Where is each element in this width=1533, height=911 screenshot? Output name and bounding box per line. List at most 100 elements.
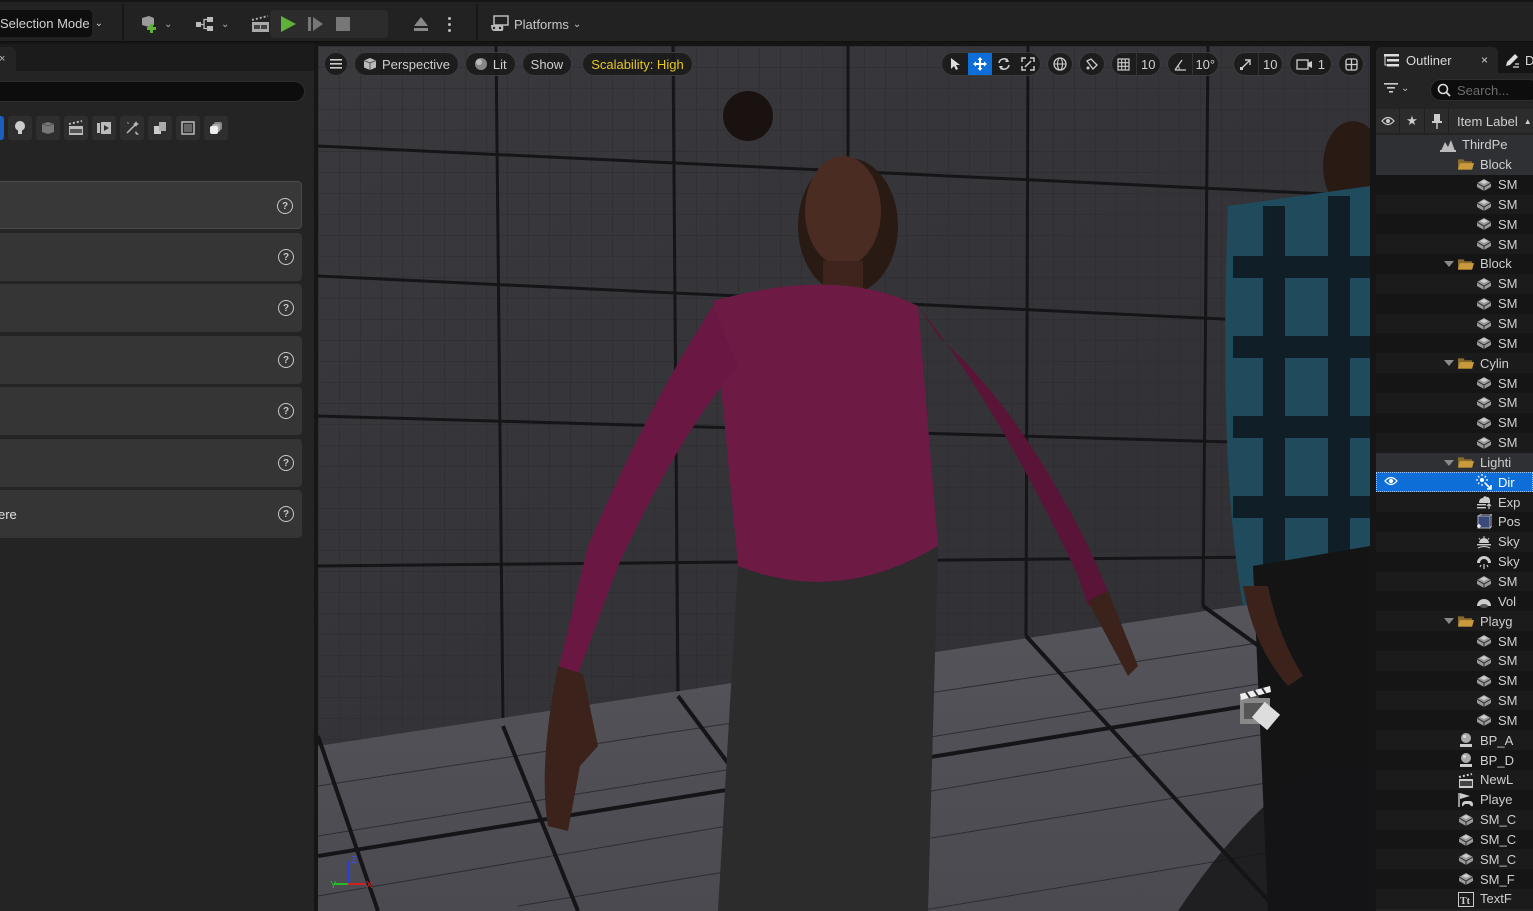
outliner-row[interactable]: ThirdPe [1376,135,1533,155]
layout-button[interactable] [1338,52,1364,76]
help-icon[interactable]: ? [278,455,294,471]
eject-icon[interactable] [411,14,431,34]
help-icon[interactable]: ? [278,249,294,265]
outliner-row[interactable]: SM [1376,432,1533,453]
expand-arrow-icon[interactable] [1444,360,1454,367]
outliner-row[interactable]: SM [1376,690,1533,711]
category-lights[interactable] [8,116,32,140]
category-visual-effects[interactable] [92,116,116,140]
outliner-folder-row[interactable]: Lighti [1376,452,1533,473]
quick-add-button[interactable]: ⌄ [140,12,172,36]
outliner-row[interactable]: Playe [1376,789,1533,810]
help-icon[interactable]: ? [278,506,294,522]
outliner-row[interactable]: SM [1376,333,1533,354]
category-cinematic[interactable] [64,116,88,140]
outliner-row[interactable]: Tt TextF [1376,889,1533,909]
outliner-row[interactable]: SM_F [1376,869,1533,890]
stop-icon[interactable] [333,14,353,34]
outliner-row[interactable]: SM [1376,293,1533,314]
outliner-row[interactable]: SM [1376,373,1533,393]
rotation-snap-toggle[interactable] [1168,53,1192,75]
place-actor-item[interactable]: ? [0,387,302,435]
place-actor-item[interactable]: ? [0,181,302,229]
outliner-row[interactable]: BP_A [1376,730,1533,751]
details-tab[interactable]: D [1504,47,1533,73]
outliner-row[interactable]: SM [1376,571,1533,592]
outliner-folder-row[interactable]: Playg [1376,611,1533,632]
select-tool[interactable] [942,53,968,75]
outliner-row[interactable]: SM [1376,214,1533,235]
more-options-button[interactable] [440,12,458,36]
outliner-row[interactable]: Pos [1376,512,1533,532]
category-all-classes[interactable] [204,116,228,140]
place-actor-item[interactable]: ? [0,284,302,332]
pin-column[interactable] [1425,109,1449,133]
visibility-column[interactable] [1376,109,1400,133]
rotation-snap-control[interactable]: 10° [1166,52,1219,76]
category-geometry[interactable] [148,116,172,140]
view-mode-button[interactable]: Lit [464,52,516,76]
outliner-row[interactable]: SM [1376,273,1533,294]
step-icon[interactable] [306,14,326,34]
scale-tool[interactable] [1016,53,1040,75]
outliner-row[interactable]: SM_C [1376,849,1533,870]
category-shapes[interactable] [36,116,60,140]
place-actors-tab[interactable]: × [0,47,16,72]
expand-arrow-icon[interactable] [1444,618,1454,625]
level-sequence-actor-icon[interactable] [1238,676,1282,736]
platforms-dropdown[interactable]: Platforms ⌄ [490,12,581,36]
outliner-folder-row[interactable]: Cylin [1376,353,1533,374]
outliner-row[interactable]: SM [1376,670,1533,691]
outliner-row[interactable]: SM [1376,194,1533,215]
item-label-column[interactable]: Item Label ▲ [1449,114,1532,129]
help-icon[interactable]: ? [277,198,293,214]
scalability-button[interactable]: Scalability: High [582,52,693,76]
surface-snapping-toggle[interactable] [1078,52,1105,76]
camera-speed-control[interactable]: 1 [1288,52,1332,76]
outliner-row[interactable]: SM [1376,174,1533,195]
outliner-folder-row[interactable]: Block [1376,154,1533,175]
outliner-row[interactable]: SM [1376,710,1533,731]
outliner-row[interactable]: SM_C [1376,829,1533,850]
close-tab-icon[interactable]: × [1481,53,1488,67]
scale-snap-value[interactable]: 10 [1257,53,1282,75]
rotate-tool[interactable] [992,53,1016,75]
selection-mode-dropdown[interactable]: Selection Mode ⌄ [0,10,103,37]
outliner-row[interactable]: BP_D [1376,750,1533,770]
translate-tool[interactable] [967,53,992,75]
outliner-row[interactable]: Sky [1376,531,1533,552]
help-icon[interactable]: ? [278,352,294,368]
world-local-toggle[interactable] [1046,52,1073,76]
outliner-row[interactable]: Sky [1376,551,1533,572]
expand-arrow-icon[interactable] [1444,459,1454,466]
play-icon[interactable] [278,14,298,34]
show-button[interactable]: Show [521,52,573,76]
outliner-row[interactable]: Dir [1376,472,1533,493]
place-actor-item[interactable]: ? [0,439,302,487]
outliner-row[interactable]: NewL [1376,770,1533,790]
grid-snap-control[interactable]: 10 [1110,52,1161,76]
outliner-row[interactable]: SM [1376,412,1533,433]
outliner-row[interactable]: Exp [1376,492,1533,513]
perspective-button[interactable]: Perspective [354,52,459,76]
outliner-row[interactable]: SM [1376,650,1533,671]
eye-icon[interactable] [1384,475,1398,490]
blueprint-button[interactable]: ⌄ [195,12,229,36]
outliner-row[interactable]: Vol [1376,591,1533,612]
level-viewport[interactable]: Perspective Lit Show Scalability: High 1… [318,46,1370,911]
rotation-snap-value[interactable]: 10° [1191,53,1218,75]
outliner-search-input[interactable]: Search... [1430,79,1533,101]
place-actor-item[interactable]: ? [0,233,302,281]
category-volumes[interactable] [176,116,200,140]
place-actors-search-input[interactable] [0,81,305,102]
outliner-row[interactable]: SM [1376,313,1533,334]
favorite-column[interactable]: ★ [1400,109,1425,133]
tab-close-icon[interactable]: × [0,53,5,65]
help-icon[interactable]: ? [278,300,294,316]
outliner-tab[interactable]: Outliner × [1376,47,1498,73]
outliner-row[interactable]: SM [1376,392,1533,413]
outliner-row[interactable]: SM [1376,631,1533,651]
help-icon[interactable]: ? [278,403,294,419]
category-recent[interactable] [0,116,4,140]
grid-snap-toggle[interactable] [1112,53,1136,75]
